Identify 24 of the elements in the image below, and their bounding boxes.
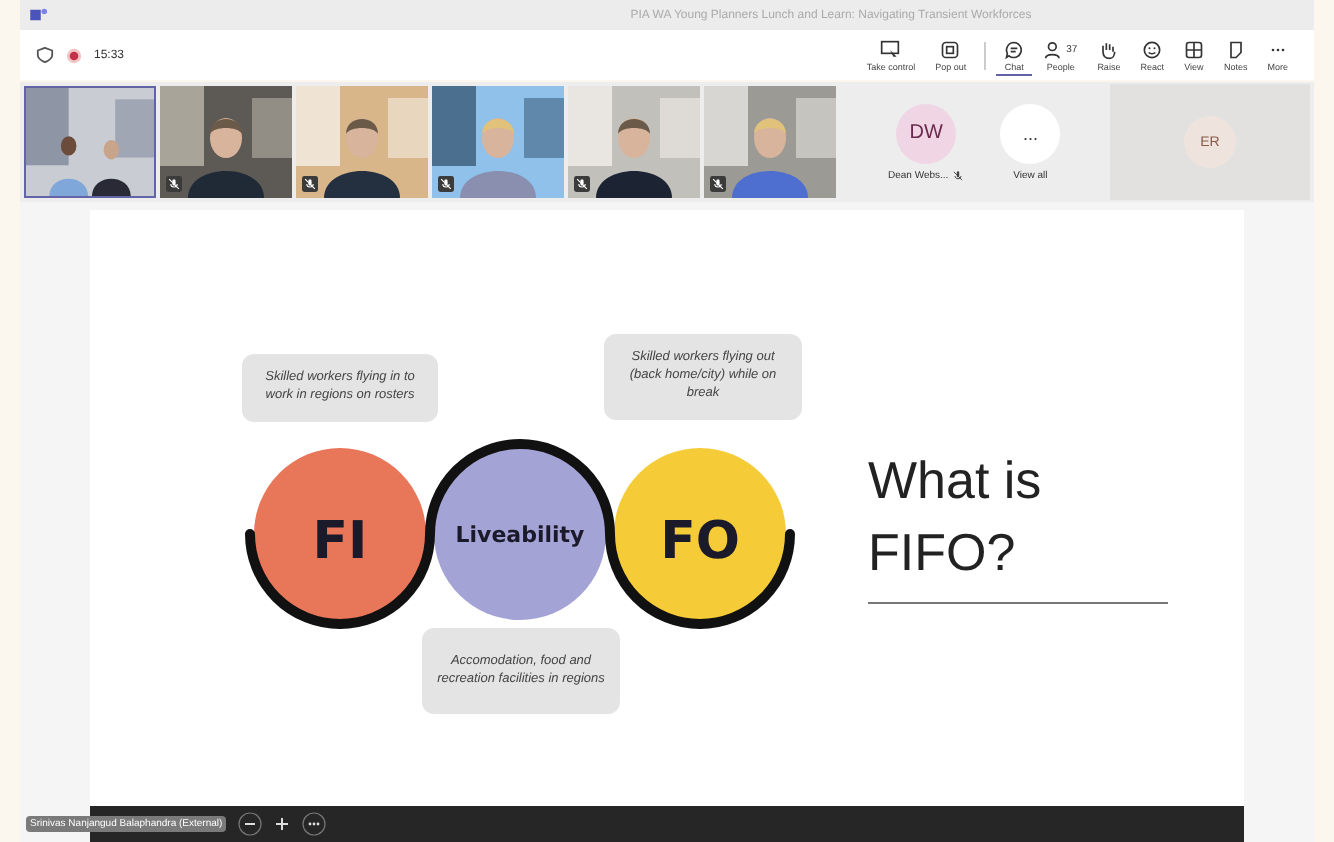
video-tile[interactable] xyxy=(568,86,700,198)
view-icon xyxy=(1183,39,1204,59)
circle-label: Liveability xyxy=(455,522,585,548)
take-control-icon xyxy=(880,39,901,59)
slide-title: What is FIFO? xyxy=(868,448,1044,586)
more-icon[interactable] xyxy=(302,812,326,836)
video-tile[interactable] xyxy=(296,86,428,198)
circle-label: FI xyxy=(312,512,368,572)
pop-out-icon xyxy=(940,39,961,59)
avatar: DW xyxy=(896,103,957,163)
shield-icon xyxy=(36,46,54,64)
zoom-out-icon[interactable] xyxy=(238,812,262,836)
chat-icon xyxy=(1004,39,1025,59)
video-tile[interactable] xyxy=(432,86,564,198)
notes-icon xyxy=(1225,39,1246,59)
circle-label: FO xyxy=(660,512,740,572)
raise-icon xyxy=(1098,39,1119,59)
video-tile[interactable] xyxy=(160,86,292,198)
zoom-in-icon[interactable] xyxy=(270,812,294,836)
video-tile[interactable] xyxy=(704,86,836,198)
avatar[interactable]: ... xyxy=(1000,103,1061,163)
app-icon xyxy=(30,8,48,22)
react-icon xyxy=(1142,39,1163,59)
video-tile[interactable] xyxy=(24,86,156,198)
